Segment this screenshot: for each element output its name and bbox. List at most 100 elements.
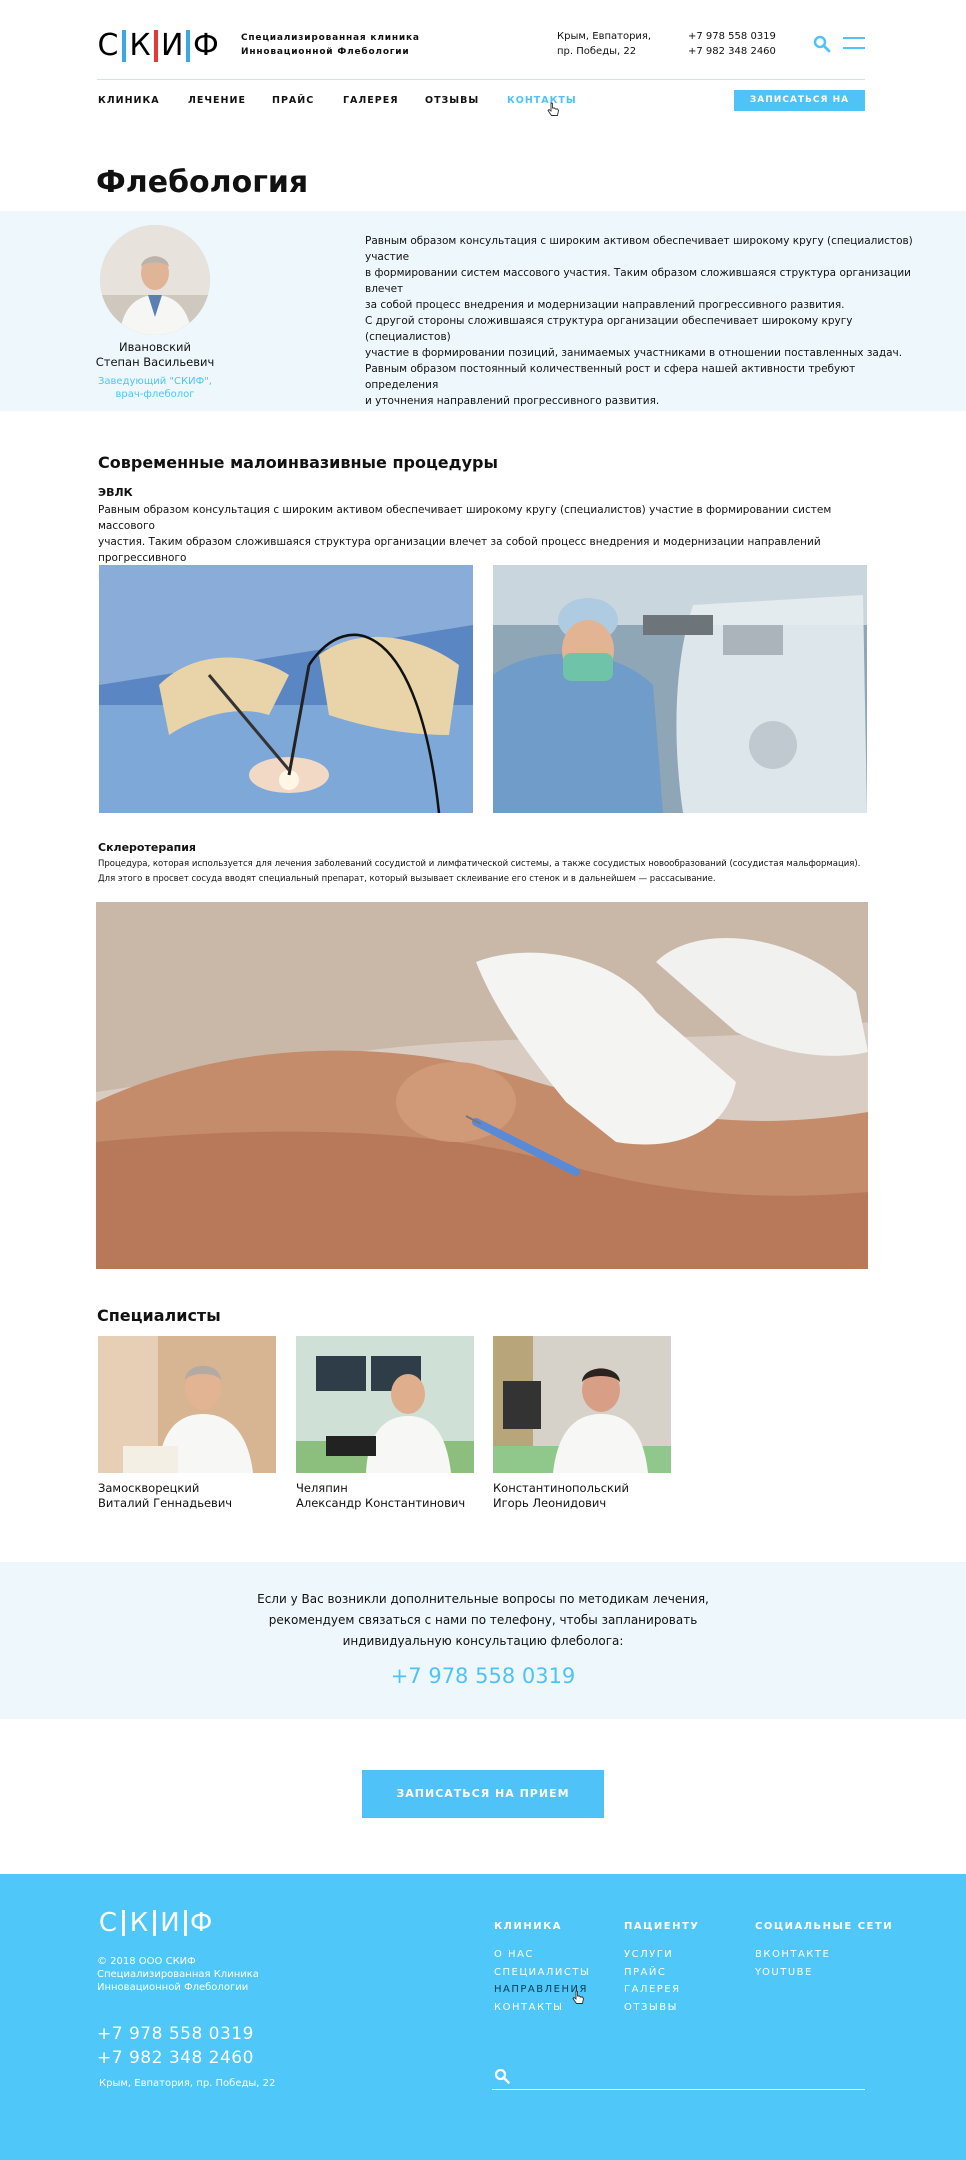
- specialist-name-line: Челяпин: [296, 1481, 348, 1495]
- header-address: Крым, Евпатория, пр. Победы, 22: [557, 29, 651, 59]
- footer-phone-1[interactable]: +7 978 558 0319: [97, 2022, 254, 2046]
- footer-link-reviews[interactable]: Отзывы: [624, 1999, 681, 2017]
- nav-item-gallery[interactable]: Галерея: [343, 95, 399, 106]
- doctor-role: Заведующий "СКИФ", врач-флеболог: [60, 375, 250, 401]
- footer-phone-2[interactable]: +7 982 348 2460: [97, 2046, 254, 2070]
- sclero-text-line: Для этого в просвет сосуда вводят специа…: [98, 874, 716, 884]
- footer-logo-bar: [153, 1910, 156, 1936]
- logo-bar-blue: [122, 29, 126, 62]
- specialist-name-line: Игорь Леонидович: [493, 1496, 607, 1510]
- doctor-name-line-1: Ивановский: [119, 340, 191, 354]
- address-line-2: пр. Победы, 22: [557, 46, 637, 57]
- doctor-text-line: участие в формировании позиций, занимаем…: [365, 347, 903, 359]
- header-phone-1[interactable]: +7 978 558 0319: [688, 29, 776, 44]
- specialist-photo-3[interactable]: [493, 1336, 671, 1473]
- footer-logo-bar: [184, 1910, 187, 1936]
- specialist-name-line: Замоскворецкий: [98, 1481, 200, 1495]
- header-phone-2[interactable]: +7 982 348 2460: [688, 44, 776, 59]
- logo[interactable]: С К И Ф: [97, 28, 219, 63]
- footer-logo-letter-4: Ф: [190, 1908, 213, 1938]
- header-divider: [97, 79, 865, 80]
- footer-link-vk[interactable]: Вконтакте: [755, 1946, 830, 1964]
- footer-link-specialists[interactable]: Специалисты: [494, 1964, 590, 1982]
- logo-bar-blue-2: [186, 29, 190, 62]
- doctor-description: Равным образом консультация с широким ак…: [365, 233, 925, 409]
- footer-address: Крым, Евпатория, пр. Победы, 22: [99, 2078, 276, 2089]
- logo-letter-1: С: [97, 28, 119, 63]
- logo-bar-red: [154, 29, 158, 62]
- specialist-name-2[interactable]: Челяпин Александр Константинович: [296, 1481, 465, 1511]
- footer-link-gallery[interactable]: Галерея: [624, 1981, 681, 1999]
- footer-phones: +7 978 558 0319 +7 982 348 2460: [97, 2022, 254, 2070]
- footer-link-price[interactable]: Прайс: [624, 1964, 681, 1982]
- contact-text-line: индивидуальную консультацию флеболога:: [342, 1634, 624, 1648]
- nav-item-clinic[interactable]: Клиника: [98, 95, 160, 106]
- page: С К И Ф Специализированная клиника Иннов…: [0, 0, 966, 2160]
- cursor-icon: [546, 102, 560, 118]
- logo-letter-4: Ф: [193, 28, 219, 63]
- nav-item-contacts[interactable]: Контакты: [507, 95, 577, 106]
- sclero-photo: [96, 902, 868, 1269]
- nav-appointment-button[interactable]: Записаться на прием: [734, 90, 865, 126]
- footer-col-social-title: Социальные сети: [755, 1921, 894, 1932]
- footer-logo-letter-3: И: [160, 1908, 180, 1938]
- main-nav: Клиника Лечение Прайс Галерея Отзывы Кон…: [98, 95, 598, 109]
- evlk-photo-surgeon: [493, 565, 867, 813]
- doctor-text-line: С другой стороны сложившаяся структура о…: [365, 315, 853, 343]
- sclero-text-line: Процедура, которая используется для лече…: [98, 859, 861, 869]
- logo-letter-2: К: [129, 28, 151, 63]
- nav-item-treatment[interactable]: Лечение: [188, 95, 246, 106]
- nav-item-price[interactable]: Прайс: [272, 95, 314, 106]
- search-icon[interactable]: [494, 2068, 510, 2084]
- tagline-line-2: Инновационной Флебологии: [241, 47, 410, 57]
- footer-link-about[interactable]: О нас: [494, 1946, 590, 1964]
- evlk-photo-hands: [99, 565, 473, 813]
- footer-copyright: © 2018 ООО СКИФ Специализированная Клини…: [97, 1955, 259, 1994]
- footer-link-services[interactable]: Услуги: [624, 1946, 681, 1964]
- contact-text: Если у Вас возникли дополнительные вопро…: [183, 1589, 783, 1652]
- nav-item-reviews[interactable]: Отзывы: [425, 95, 479, 106]
- specialist-name-1[interactable]: Замоскворецкий Виталий Геннадьевич: [98, 1481, 232, 1511]
- evlk-title: ЭВЛК: [98, 486, 133, 499]
- appointment-button[interactable]: Записаться на прием: [362, 1770, 604, 1818]
- doctor-text-line: в формировании систем массового участия.…: [365, 267, 911, 295]
- contact-text-line: Если у Вас возникли дополнительные вопро…: [257, 1592, 709, 1606]
- copyright-line: Специализированная Клиника: [97, 1969, 259, 1980]
- evlk-text-line: Равным образом консультация с широким ак…: [98, 504, 832, 532]
- footer-link-youtube[interactable]: Youtube: [755, 1964, 830, 1982]
- specialist-photo-1[interactable]: [98, 1336, 276, 1473]
- menu-icon[interactable]: [843, 37, 865, 51]
- doctor-text-line: Равным образом постоянный количественный…: [365, 363, 856, 391]
- contact-phone[interactable]: +7 978 558 0319: [283, 1664, 683, 1688]
- footer-col-social: Вконтакте Youtube: [755, 1946, 830, 1981]
- sclero-title: Склеротерапия: [98, 841, 196, 854]
- specialist-name-line: Александр Константинович: [296, 1496, 466, 1510]
- search-icon[interactable]: [813, 35, 831, 53]
- logo-letter-3: И: [161, 28, 184, 63]
- specialist-name-3[interactable]: Константинопольский Игорь Леонидович: [493, 1481, 629, 1511]
- procedures-title: Современные малоинвазивные процедуры: [98, 453, 498, 472]
- doctor-name: Ивановский Степан Васильевич: [60, 340, 250, 370]
- evlk-text-line: участия. Таким образом сложившаяся струк…: [98, 536, 821, 564]
- footer-logo-letter-1: С: [98, 1908, 118, 1938]
- page-title: Флебология: [96, 165, 309, 200]
- copyright-line: © 2018 ООО СКИФ: [97, 1956, 196, 1967]
- doctor-text-line: Равным образом консультация с широким ак…: [365, 235, 913, 263]
- doctor-text-line: и уточнения направлений прогрессивного р…: [365, 395, 660, 407]
- doctor-name-line-2: Степан Васильевич: [95, 355, 215, 369]
- specialist-photo-2[interactable]: [296, 1336, 474, 1473]
- specialist-name-line: Виталий Геннадьевич: [98, 1496, 233, 1510]
- footer-logo-bar: [122, 1910, 125, 1936]
- footer-logo-letter-2: К: [129, 1908, 149, 1938]
- footer-logo[interactable]: С К И Ф: [97, 1908, 212, 1938]
- address-line-1: Крым, Евпатория,: [557, 31, 652, 42]
- footer-col-patient-title: Пациенту: [624, 1921, 700, 1932]
- footer-col-clinic-title: Клиника: [494, 1921, 562, 1932]
- doctor-role-line-2: врач-флеболог: [115, 389, 195, 400]
- sclero-text: Процедура, которая используется для лече…: [98, 857, 898, 887]
- footer-search-input[interactable]: [492, 2066, 865, 2090]
- cursor-icon: [571, 1990, 585, 2006]
- header-phones: +7 978 558 0319 +7 982 348 2460: [688, 29, 776, 59]
- tagline-line-1: Специализированная клиника: [241, 33, 420, 43]
- header-tagline: Специализированная клиника Инновационной…: [241, 31, 420, 59]
